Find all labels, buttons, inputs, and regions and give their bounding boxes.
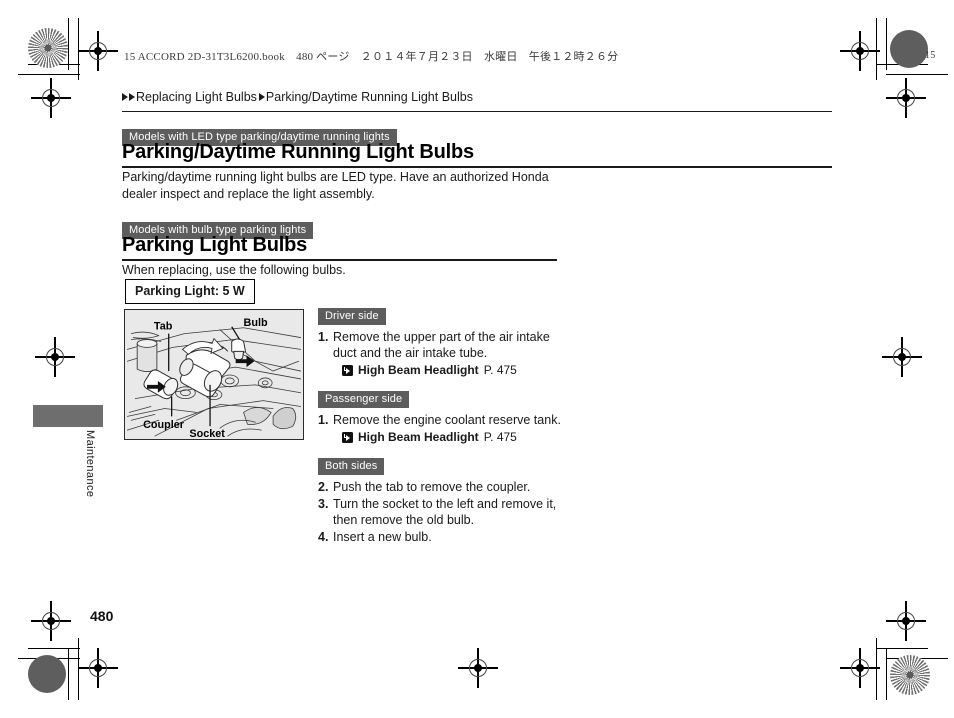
passenger-side-chip-wrap: Passenger side [318,389,568,409]
step-item: 2. Push the tab to remove the coupler. [318,479,568,495]
cross-reference-page: P. 475 [483,430,517,445]
registration-crosshair [886,601,926,641]
breadcrumb: Replacing Light Bulbs Parking/Daytime Ru… [122,90,473,104]
both-sides-chip-wrap: Both sides [318,456,568,476]
passenger-side-chip: Passenger side [318,391,410,409]
breadcrumb-rule [122,111,832,112]
cross-reference-page: P. 475 [483,363,517,378]
step-text: Insert a new bulb. [333,530,432,545]
registration-crosshair [31,601,71,641]
both-sides-chip: Both sides [318,458,385,476]
illustration-linework: Tab Bulb Coupler Socket [126,317,302,439]
step-item: 1. Remove the engine coolant reserve tan… [318,412,568,428]
cross-reference[interactable]: High Beam Headlight P. 475 [342,363,568,377]
breadcrumb-current: Parking/Daytime Running Light Bulbs [265,90,473,104]
crop-line [18,74,80,75]
page-number: 480 [90,608,114,624]
corner-mark-label: 15 [925,50,936,61]
crop-line [886,658,948,659]
jump-arrow-icon [342,364,353,376]
step-number: 2. [318,480,329,495]
section-2-title: Parking Light Bulbs [122,234,308,256]
section-1-rule [122,166,832,168]
jump-arrow-icon [342,431,353,443]
section-2-body: When replacing, use the following bulbs. [122,263,346,277]
section-thumb-tab-label: Maintenance [84,430,96,498]
step-text: Push the tab to remove the coupler. [333,480,531,495]
crop-line [18,658,80,659]
registration-crosshair [458,648,498,688]
figure-label-socket: Socket [189,428,225,439]
crop-line [28,64,80,65]
crop-line [68,18,69,70]
crop-line [876,64,928,65]
crop-line [886,18,887,70]
section-thumb-tab [33,405,103,427]
procedure-steps: Driver side 1. Remove the upper part of … [318,306,568,546]
crop-line [876,648,928,649]
registration-crosshair [886,78,926,118]
crop-line [28,648,80,649]
section-1-body: Parking/daytime running light bulbs are … [122,170,549,201]
triangle-separator-icon [258,93,265,101]
registration-crosshair [35,337,75,377]
step-item: 3. Turn the socket to the left and remov… [318,496,568,528]
section-2-rule [122,259,557,261]
triangle-marker-icon [122,93,128,101]
step-item: 4. Insert a new bulb. [318,529,568,545]
crop-line [876,18,877,80]
step-number: 1. [318,330,329,345]
bulb-spec-box: Parking Light: 5 W [125,279,255,304]
crop-line [886,648,887,700]
triangle-marker-icon [129,93,135,101]
crop-line [886,74,948,75]
figure-label-tab: Tab [154,321,173,333]
cross-reference[interactable]: High Beam Headlight P. 475 [342,430,568,444]
step-text: Remove the upper part of the air intake … [333,330,550,361]
step-number: 1. [318,413,329,428]
driver-side-chip-wrap: Driver side [318,306,568,326]
figure-label-bulb: Bulb [244,317,268,329]
step-number: 3. [318,497,329,512]
registration-crosshair [882,337,922,377]
step-text: Remove the engine coolant reserve tank. [333,413,561,428]
registration-crosshair [840,31,880,71]
breadcrumb-parent[interactable]: Replacing Light Bulbs [136,90,257,104]
registration-crosshair [78,31,118,71]
registration-crosshair [31,78,71,118]
registration-crosshair [840,648,880,688]
registration-star-target [28,28,68,68]
crop-line [876,638,877,700]
registration-dot-target [28,655,66,693]
registration-crosshair [78,648,118,688]
crop-line [68,648,69,700]
book-slug-line: 15 ACCORD 2D-31T3L6200.book 480 ページ ２０１４… [124,51,619,63]
cross-reference-title: High Beam Headlight [358,430,479,445]
crop-line [78,638,79,700]
section-1-title: Parking/Daytime Running Light Bulbs [122,141,474,163]
registration-dot-target [890,30,928,68]
figure-label-coupler: Coupler [143,419,185,431]
driver-side-chip: Driver side [318,308,386,326]
step-item: 1. Remove the upper part of the air inta… [318,329,568,361]
cross-reference-title: High Beam Headlight [358,363,479,378]
crop-line [78,18,79,80]
step-text: Turn the socket to the left and remove i… [333,497,557,528]
parking-light-bulb-illustration: Tab Bulb Coupler Socket [124,309,304,440]
step-number: 4. [318,530,329,545]
registration-star-target [890,655,930,695]
